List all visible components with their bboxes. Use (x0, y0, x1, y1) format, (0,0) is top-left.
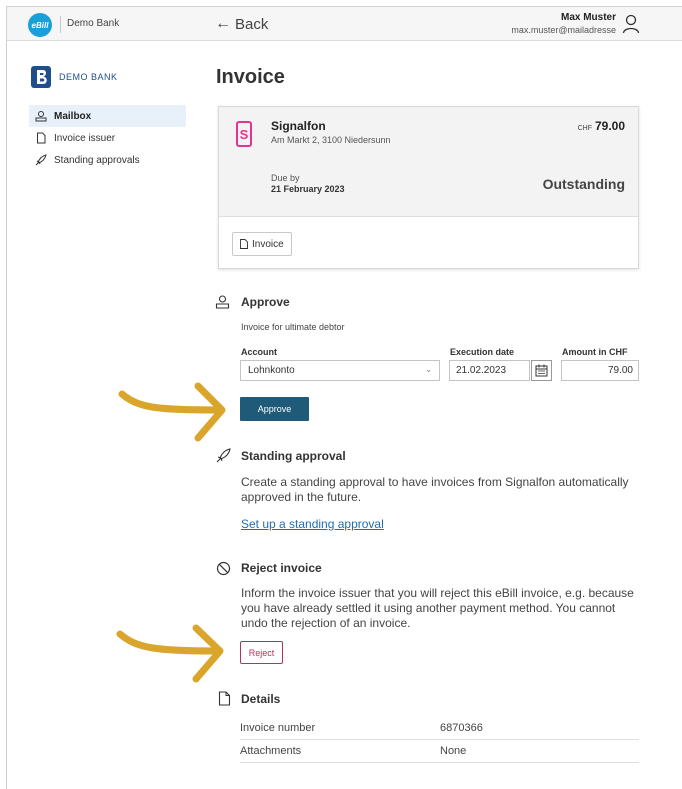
top-bar-divider (60, 16, 61, 33)
user-icon[interactable] (622, 14, 640, 34)
reject-text: Inform the invoice issuer that you will … (241, 586, 634, 630)
issuer-name: Signalfon (271, 119, 326, 133)
details-title: Details (241, 692, 281, 706)
execution-date-value: 21.02.2023 (456, 365, 507, 376)
details-table: Invoice number 6870366 Attachments None (240, 717, 639, 763)
currency-label: CHF (577, 125, 592, 132)
invoice-card: S Signalfon Am Markt 2, 3100 Niedersunn … (218, 106, 639, 269)
back-label: Back (235, 15, 269, 33)
invoice-document-label: Invoice (252, 238, 284, 250)
page-title: Invoice (216, 66, 285, 88)
due-date: 21 February 2023 (271, 184, 345, 194)
amount-value: 79.00 (594, 119, 625, 133)
sidebar-item-mailbox[interactable]: Mailbox (29, 105, 186, 127)
calendar-icon (535, 364, 548, 377)
amount-label: Amount in CHF (562, 347, 628, 357)
rocket-icon (216, 448, 231, 463)
back-button[interactable]: ← Back (215, 15, 268, 33)
bank-logo-icon (31, 66, 51, 88)
user-name: Max Muster (560, 12, 616, 23)
user-info: Max Muster max.muster@mailadresse (511, 12, 616, 36)
approve-subtitle: Invoice for ultimate debtor (241, 322, 345, 332)
table-row: Invoice number 6870366 (240, 717, 639, 740)
account-select[interactable]: Lohnkonto ⌄ (240, 360, 440, 381)
bank-brand-text: DEMO BANK (59, 72, 118, 82)
annotation-arrow-reject-icon (116, 624, 224, 683)
approve-title: Approve (241, 295, 290, 309)
account-label: Account (241, 347, 277, 357)
chevron-down-icon: ⌄ (425, 365, 432, 374)
reject-title: Reject invoice (241, 561, 322, 575)
reject-button[interactable]: Reject (240, 641, 283, 664)
mailbox-icon (35, 111, 47, 122)
sidebar-nav: Mailbox Invoice issuer Standing approval… (29, 105, 186, 171)
invoice-amount: CHF 79.00 (578, 119, 625, 133)
invoice-summary: S Signalfon Am Markt 2, 3100 Niedersunn … (219, 107, 638, 217)
issuer-logo: S (236, 121, 252, 147)
bank-name: Demo Bank (67, 18, 120, 29)
prohibited-icon (216, 561, 231, 576)
ebill-logo: eBill (28, 13, 52, 37)
document-icon (240, 239, 248, 249)
approve-button[interactable]: Approve (240, 397, 309, 421)
user-email: max.muster@mailadresse (511, 25, 616, 35)
issuer-address: Am Markt 2, 3100 Niedersunn (271, 135, 391, 145)
bank-brand[interactable]: DEMO BANK (30, 65, 118, 89)
back-arrow-icon: ← (215, 15, 231, 32)
standing-approval-title: Standing approval (241, 449, 346, 463)
sidebar-item-label: Mailbox (54, 110, 92, 122)
amount-input-value: 79.00 (607, 365, 633, 376)
calendar-button[interactable] (531, 360, 552, 381)
sidebar-item-invoice-issuer[interactable]: Invoice issuer (29, 127, 186, 149)
standing-approval-text: Create a standing approval to have invoi… (241, 475, 629, 504)
standing-approval-link[interactable]: Set up a standing approval (241, 517, 384, 531)
rocket-icon (35, 154, 47, 166)
annotation-arrow-approve-icon (118, 382, 226, 442)
sidebar-item-standing-approvals[interactable]: Standing approvals (29, 149, 186, 171)
top-bar: eBill Demo Bank ← Back Max Muster max.mu… (7, 7, 682, 41)
document-icon (37, 132, 46, 144)
invoice-document-button[interactable]: Invoice (232, 232, 292, 256)
details-value: None (440, 745, 467, 757)
account-value: Lohnkonto (248, 365, 295, 376)
due-label: Due by (271, 173, 300, 183)
mailbox-icon (215, 295, 230, 309)
status-badge: Outstanding (542, 176, 625, 192)
sidebar-item-label: Standing approvals (54, 154, 140, 166)
details-value: 6870366 (440, 722, 483, 734)
frame-left-border (6, 6, 7, 789)
execution-date-input[interactable]: 21.02.2023 (449, 360, 530, 381)
details-key: Invoice number (240, 722, 316, 734)
table-row: Attachments None (240, 740, 639, 763)
document-icon (218, 691, 231, 706)
details-key: Attachments (240, 745, 302, 757)
execution-date-label: Execution date (450, 347, 515, 357)
amount-input[interactable]: 79.00 (561, 360, 639, 381)
sidebar-item-label: Invoice issuer (54, 132, 116, 144)
